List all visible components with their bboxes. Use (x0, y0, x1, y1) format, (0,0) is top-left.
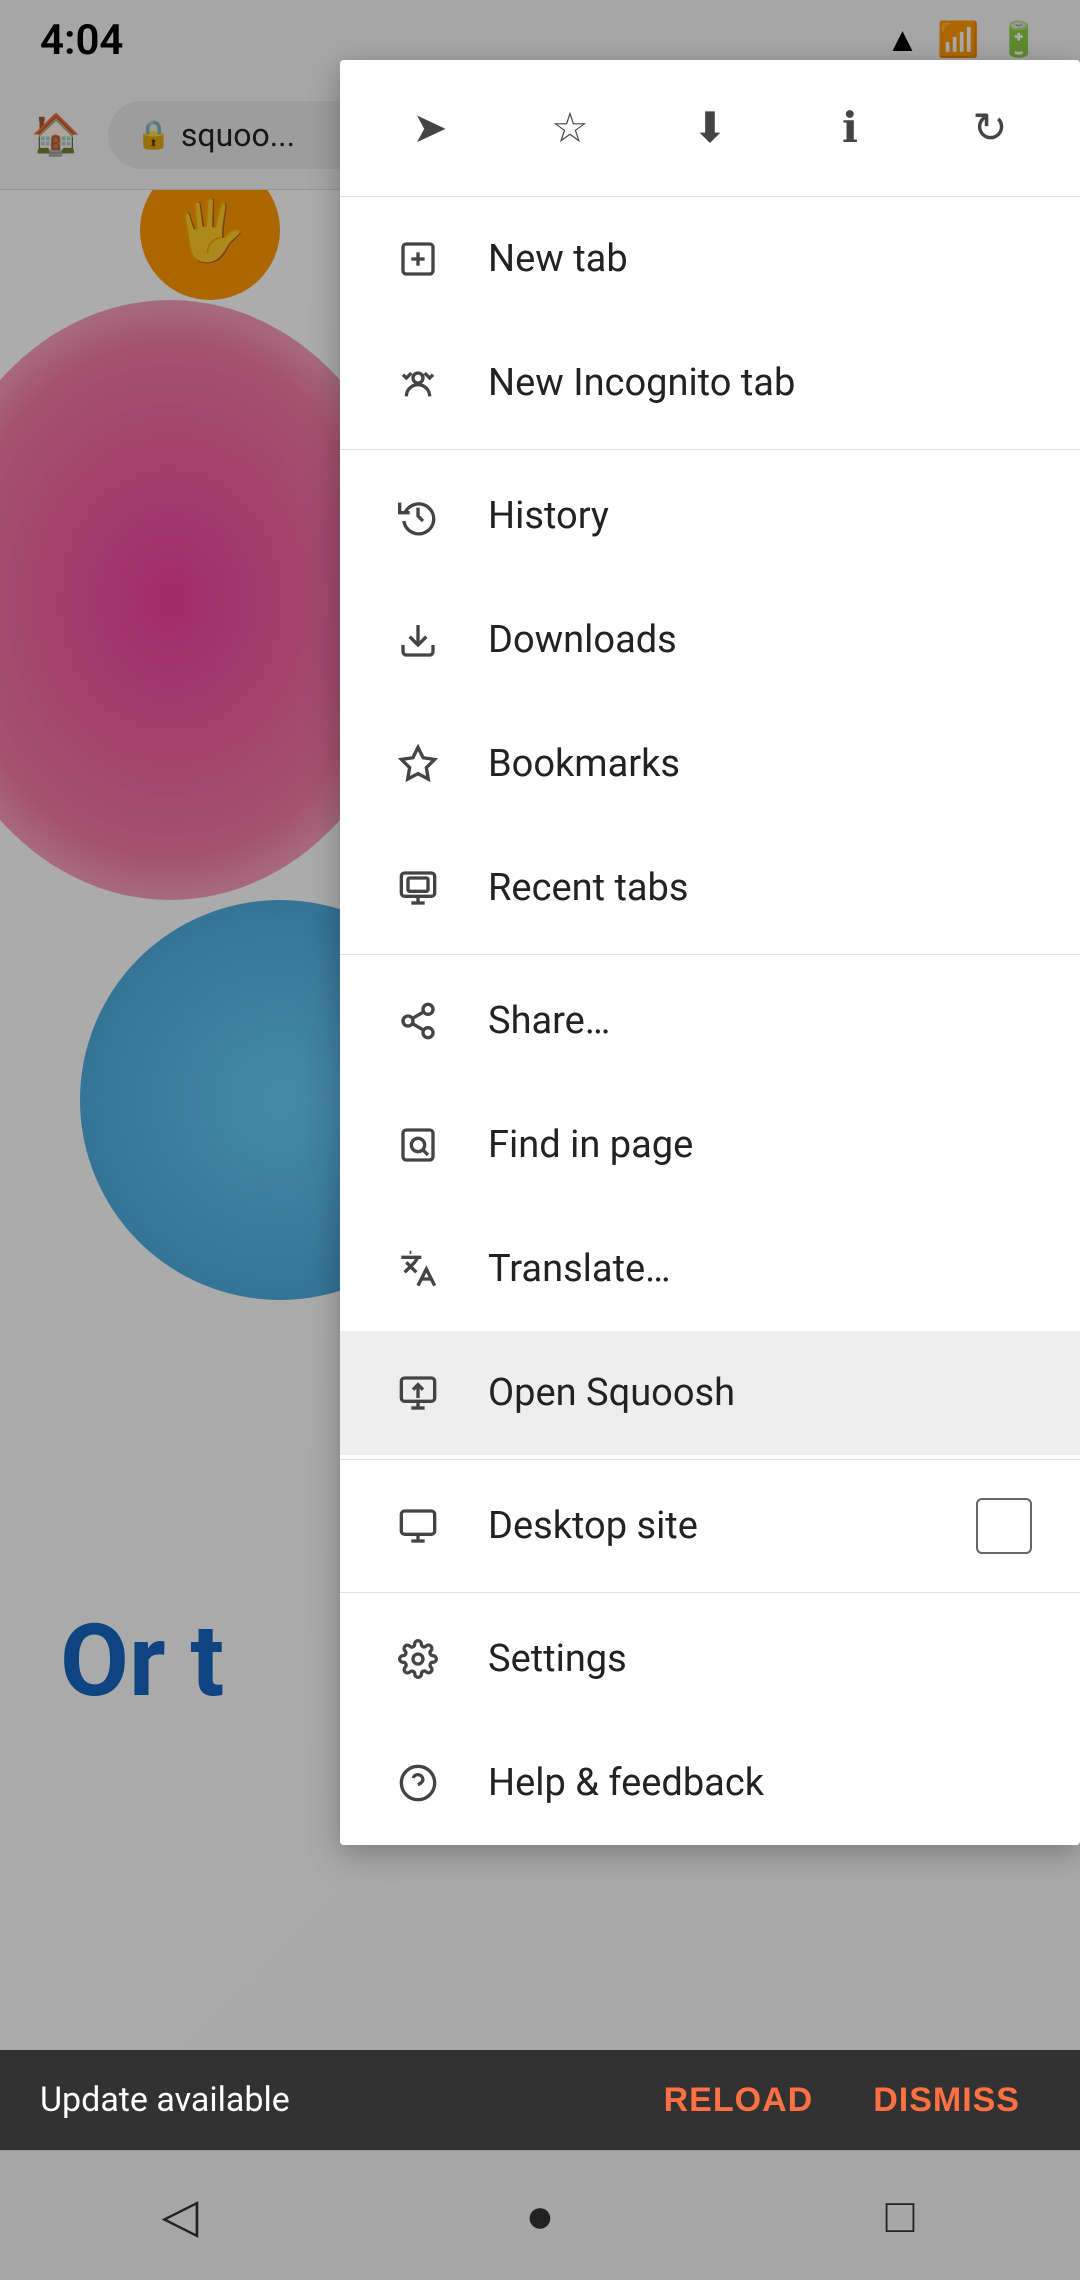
reload-button[interactable]: RELOAD (644, 2071, 834, 2130)
menu-item-settings[interactable]: Settings (340, 1597, 1080, 1721)
help-feedback-label: Help & feedback (488, 1761, 1032, 1805)
new-tab-icon (388, 229, 448, 289)
find-icon (388, 1115, 448, 1175)
desktop-site-label: Desktop site (488, 1504, 936, 1548)
bookmarks-label: Bookmarks (488, 742, 1032, 786)
bookmark-button[interactable]: ☆ (530, 88, 610, 168)
desktop-icon (388, 1496, 448, 1556)
history-icon (388, 486, 448, 546)
find-in-page-label: Find in page (488, 1123, 1032, 1167)
settings-icon (388, 1629, 448, 1689)
downloads-label: Downloads (488, 618, 1032, 662)
new-tab-label: New tab (488, 237, 1032, 281)
settings-label: Settings (488, 1637, 1032, 1681)
share-icon (388, 991, 448, 1051)
update-banner: Update available RELOAD DISMISS (0, 2050, 1080, 2150)
bookmarks-icon (388, 734, 448, 794)
menu-item-translate[interactable]: Translate… (340, 1207, 1080, 1331)
context-menu: ➤ ☆ ⬇ ℹ ↻ New tab New Incognito tab (340, 60, 1080, 1845)
share-label: Share… (488, 999, 1032, 1043)
info-button[interactable]: ℹ (810, 88, 890, 168)
menu-toolbar: ➤ ☆ ⬇ ℹ ↻ (340, 60, 1080, 197)
menu-item-desktop-site[interactable]: Desktop site (340, 1464, 1080, 1588)
open-in-app-icon (388, 1363, 448, 1423)
divider-3 (340, 1459, 1080, 1460)
download-button[interactable]: ⬇ (670, 88, 750, 168)
menu-item-find-in-page[interactable]: Find in page (340, 1083, 1080, 1207)
refresh-button[interactable]: ↻ (950, 88, 1030, 168)
menu-item-new-tab[interactable]: New tab (340, 197, 1080, 321)
translate-icon (388, 1239, 448, 1299)
help-icon (388, 1753, 448, 1813)
translate-label: Translate… (488, 1247, 1032, 1291)
new-incognito-tab-label: New Incognito tab (488, 361, 1032, 405)
downloads-icon (388, 610, 448, 670)
menu-item-new-incognito-tab[interactable]: New Incognito tab (340, 321, 1080, 445)
divider-1 (340, 449, 1080, 450)
recent-tabs-icon (388, 858, 448, 918)
recent-tabs-label: Recent tabs (488, 866, 1032, 910)
menu-item-share[interactable]: Share… (340, 959, 1080, 1083)
update-message: Update available (40, 2080, 624, 2120)
menu-item-bookmarks[interactable]: Bookmarks (340, 702, 1080, 826)
menu-item-help-feedback[interactable]: Help & feedback (340, 1721, 1080, 1845)
incognito-icon (388, 353, 448, 413)
forward-button[interactable]: ➤ (390, 88, 470, 168)
dismiss-button[interactable]: DISMISS (853, 2071, 1040, 2130)
menu-item-downloads[interactable]: Downloads (340, 578, 1080, 702)
menu-item-open-squoosh[interactable]: Open Squoosh (340, 1331, 1080, 1455)
menu-item-history[interactable]: History (340, 454, 1080, 578)
open-squoosh-label: Open Squoosh (488, 1371, 1032, 1415)
history-label: History (488, 494, 1032, 538)
desktop-site-checkbox[interactable] (976, 1498, 1032, 1554)
menu-item-recent-tabs[interactable]: Recent tabs (340, 826, 1080, 950)
divider-2 (340, 954, 1080, 955)
divider-4 (340, 1592, 1080, 1593)
